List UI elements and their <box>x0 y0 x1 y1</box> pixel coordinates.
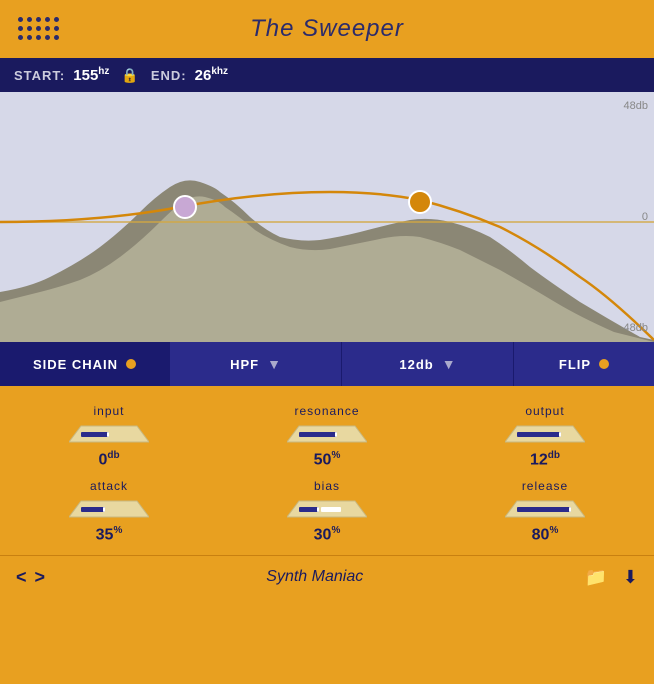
app-title: The Sweeper <box>250 15 404 43</box>
controls-bar: SIDE CHAIN HPF ▼ 12db ▼ FLIP <box>0 342 654 386</box>
footer-icons: 📁 ⬇ <box>584 567 638 588</box>
attack-value: 35% <box>96 525 123 544</box>
input-knob-group: input 0db <box>49 404 169 469</box>
end-value[interactable]: 26khz <box>195 66 228 84</box>
end-label: END: <box>151 68 187 83</box>
preset-name: Synth Maniac <box>266 568 363 586</box>
output-label: output <box>525 404 564 418</box>
attack-slider[interactable] <box>69 497 149 521</box>
visualizer[interactable]: 48db 0 -48db <box>0 92 654 342</box>
knobs-row-1: input 0db resonance 50% <box>0 404 654 469</box>
knobs-row-2: attack 35% bias 30% <box>0 479 654 544</box>
bias-value: 30% <box>314 525 341 544</box>
resonance-knob-group: resonance 50% <box>267 404 387 469</box>
release-slider[interactable] <box>505 497 585 521</box>
output-slider[interactable] <box>505 422 585 446</box>
resonance-value: 50% <box>314 450 341 469</box>
footer: < > Synth Maniac 📁 ⬇ <box>0 555 654 599</box>
resonance-label: resonance <box>294 404 359 418</box>
next-button[interactable]: > <box>35 567 46 588</box>
start-label: START: <box>14 68 65 83</box>
hpf-dropdown-icon: ▼ <box>267 356 281 372</box>
db-bot-label: -48db <box>620 322 648 334</box>
start-value[interactable]: 155hz <box>73 66 109 84</box>
input-slider[interactable] <box>69 422 149 446</box>
flip-indicator <box>599 359 609 369</box>
folder-icon[interactable]: 📁 <box>584 567 606 588</box>
release-label: release <box>522 479 568 493</box>
input-value: 0db <box>98 450 119 469</box>
footer-nav: < > <box>16 567 45 588</box>
db-top-label: 48db <box>624 100 648 112</box>
release-value: 80% <box>532 525 559 544</box>
flip-button[interactable]: FLIP <box>514 342 654 386</box>
knobs-area: input 0db resonance 50% <box>0 386 654 555</box>
side-chain-indicator <box>126 359 136 369</box>
db-dropdown-icon: ▼ <box>442 356 456 372</box>
bias-slider[interactable] <box>287 497 367 521</box>
prev-button[interactable]: < <box>16 567 27 588</box>
params-bar: START: 155hz 🔒 END: 26khz <box>0 58 654 92</box>
side-chain-button[interactable]: SIDE CHAIN <box>0 342 170 386</box>
bias-knob-group: bias 30% <box>267 479 387 544</box>
hpf-selector[interactable]: HPF ▼ <box>170 342 342 386</box>
attack-knob-group: attack 35% <box>49 479 169 544</box>
header: The Sweeper <box>0 0 654 58</box>
output-value: 12db <box>530 450 560 469</box>
output-knob-group: output 12db <box>485 404 605 469</box>
release-knob-group: release 80% <box>485 479 605 544</box>
lock-icon[interactable]: 🔒 <box>121 67 138 84</box>
logo <box>18 17 60 41</box>
attack-label: attack <box>90 479 128 493</box>
db-selector[interactable]: 12db ▼ <box>342 342 514 386</box>
bias-label: bias <box>314 479 340 493</box>
db-mid-label: 0 <box>642 211 648 223</box>
input-label: input <box>93 404 124 418</box>
resonance-slider[interactable] <box>287 422 367 446</box>
download-icon[interactable]: ⬇ <box>623 567 638 588</box>
